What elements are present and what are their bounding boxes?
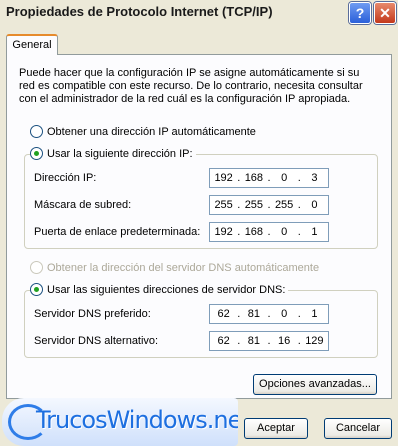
ip-auto-label: Obtener una dirección IP automáticamente — [47, 125, 256, 138]
preferred-dns-label: Servidor DNS preferido: — [34, 308, 151, 320]
dns-manual-label: Usar las siguientes direcciones de servi… — [47, 283, 286, 296]
dns-manual-option[interactable]: Usar las siguientes direcciones de servi… — [30, 283, 289, 296]
alternate-dns-field[interactable]: 62. 81. 16. 129 — [209, 331, 329, 351]
close-icon: ✕ — [379, 5, 391, 21]
ip-octet: 255 — [214, 199, 233, 211]
title-bar[interactable]: Propiedades de Protocolo Internet (TCP/I… — [0, 0, 398, 26]
ip-octet: 16 — [278, 335, 291, 347]
ip-address-field[interactable]: 192. 168. 0. 3 — [209, 168, 329, 188]
ip-octet: 0 — [311, 199, 318, 211]
ip-octet: 255 — [244, 199, 264, 211]
ok-button[interactable]: Aceptar — [244, 418, 308, 439]
ip-octet: 3 — [311, 172, 318, 184]
preferred-dns-field[interactable]: 62. 81. 0. 1 — [209, 304, 329, 324]
question-icon: ? — [355, 5, 365, 21]
ip-auto-radio[interactable] — [30, 125, 43, 138]
ip-manual-option[interactable]: Usar la siguiente dirección IP: — [30, 147, 196, 160]
subnet-mask-field[interactable]: 255. 255. 255. 0 — [209, 195, 329, 215]
watermark-logo: TrucosWindows.net — [2, 398, 238, 446]
tab-general[interactable]: General — [6, 34, 58, 55]
ip-octet: 129 — [305, 335, 324, 347]
subnet-mask-label: Máscara de subred: — [34, 199, 132, 211]
ip-octet: 0 — [281, 308, 288, 320]
alternate-dns-label: Servidor DNS alternativo: — [34, 335, 159, 347]
ip-octet: 168 — [244, 226, 264, 238]
description-text: Puede hacer que la configuración IP se a… — [19, 67, 363, 105]
ip-manual-radio[interactable] — [30, 147, 43, 160]
help-button[interactable]: ? — [349, 2, 371, 24]
dns-auto-option[interactable]: Obtener la dirección del servidor DNS au… — [30, 261, 323, 274]
ip-octet: 62 — [217, 308, 230, 320]
ip-octet: 62 — [217, 335, 230, 347]
gateway-label: Puerta de enlace predeterminada: — [34, 226, 201, 238]
ip-manual-label: Usar la siguiente dirección IP: — [47, 147, 193, 160]
ip-octet: 81 — [247, 335, 260, 347]
advanced-options-button[interactable]: Opciones avanzadas... — [253, 374, 377, 395]
ip-octet: 0 — [281, 226, 288, 238]
watermark-text: TrucosWindows.net — [36, 406, 238, 434]
close-button[interactable]: ✕ — [374, 2, 396, 24]
ip-octet: 192 — [214, 226, 233, 238]
dns-auto-radio[interactable] — [30, 261, 43, 274]
ip-octet: 168 — [244, 172, 264, 184]
window-title: Propiedades de Protocolo Internet (TCP/I… — [6, 4, 273, 19]
dns-manual-radio[interactable] — [30, 283, 43, 296]
ip-octet: 255 — [274, 199, 294, 211]
ip-octet: 1 — [311, 308, 318, 320]
ip-octet: 1 — [311, 226, 318, 238]
ip-address-label: Dirección IP: — [34, 172, 97, 184]
dns-auto-label: Obtener la dirección del servidor DNS au… — [47, 261, 320, 274]
ip-octet: 81 — [247, 308, 260, 320]
gateway-field[interactable]: 192. 168. 0. 1 — [209, 222, 329, 242]
ip-auto-option[interactable]: Obtener una dirección IP automáticamente — [30, 125, 259, 138]
ip-octet: 0 — [281, 172, 288, 184]
ip-octet: 192 — [214, 172, 233, 184]
cancel-button[interactable]: Cancelar — [324, 418, 392, 439]
